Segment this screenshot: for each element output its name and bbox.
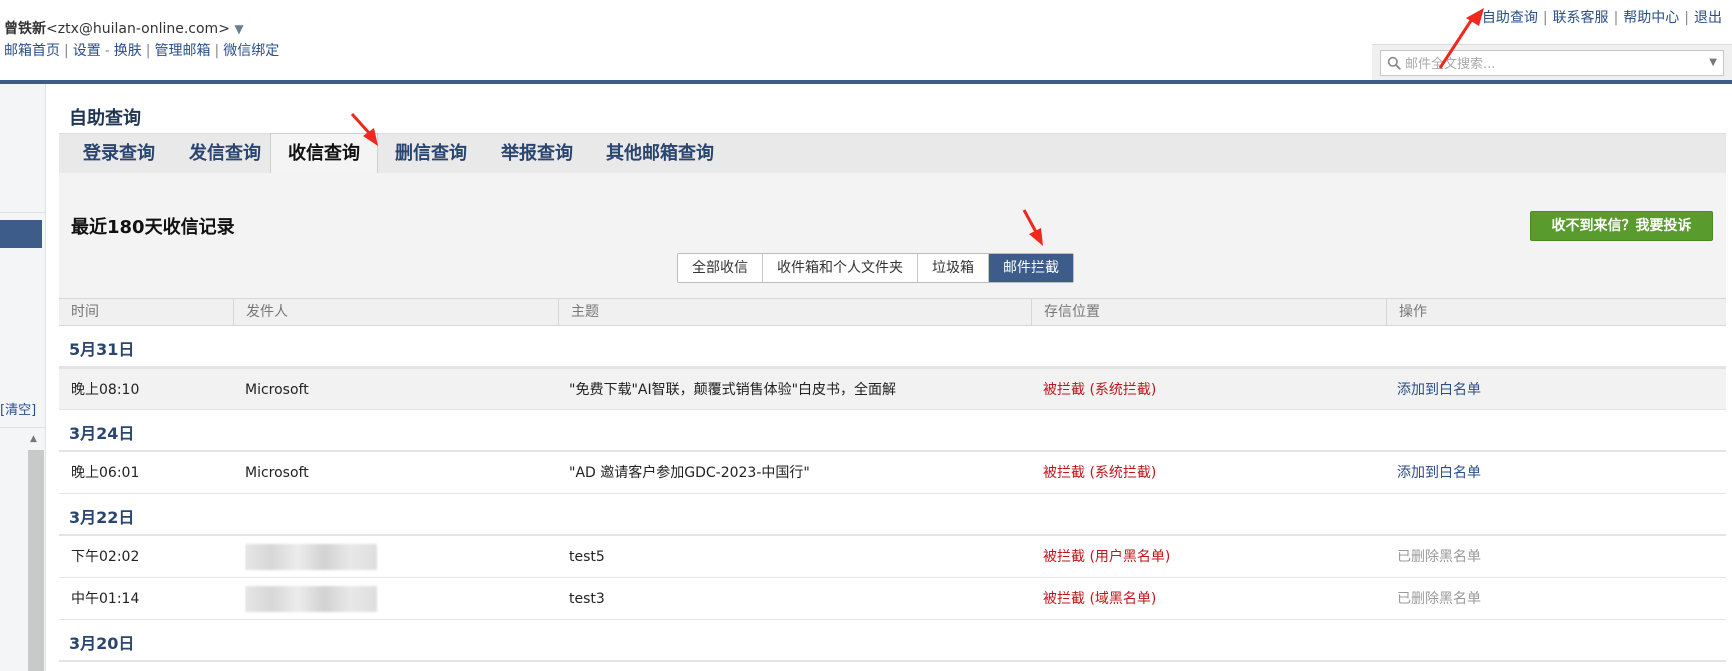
table-header: 时间 发件人 主题 存信位置 操作 [59, 298, 1726, 326]
row-time: 下午02:02 [71, 549, 140, 565]
date-group-label: 5月31日 [69, 340, 135, 359]
filter-all-received[interactable]: 全部收信 [678, 254, 763, 282]
row-sender: Microsoft [245, 465, 309, 481]
table-row[interactable]: 晚上06:01 Microsoft "AD 邀请客户参加GDC-2023-中国行… [59, 452, 1726, 494]
link-separator: | [1542, 10, 1548, 26]
utility-links: 自助查询 | 联系客服 | 帮助中心 | 退出 [1482, 7, 1722, 27]
search-input[interactable] [1405, 54, 1695, 74]
row-subject[interactable]: test3 [569, 578, 605, 620]
link-manage-mailbox[interactable]: 管理邮箱 [155, 43, 211, 59]
link-wechat-binding[interactable]: 微信绑定 [223, 43, 279, 59]
date-group-label: 3月24日 [69, 424, 135, 443]
main-content: 自助查询 登录查询 发信查询 收信查询 删信查询 举报查询 其他邮箱查询 最近1… [59, 84, 1726, 671]
sidebar-scrollbar[interactable] [28, 450, 44, 671]
filter-inbox-and-folders[interactable]: 收件箱和个人文件夹 [763, 254, 918, 282]
date-group-header: 3月20日 [59, 620, 1726, 662]
row-sender-redacted [245, 578, 385, 620]
row-sender-redacted [245, 536, 385, 578]
search-options-icon[interactable]: ▼ [1709, 57, 1717, 68]
row-location: 被拦截 (系统拦截) [1043, 465, 1157, 481]
tab-other-mailbox-query[interactable]: 其他邮箱查询 [595, 134, 725, 174]
complain-button[interactable]: 收不到来信？我要投诉 [1530, 211, 1713, 241]
filter-intercepted[interactable]: 邮件拦截 [989, 254, 1073, 282]
table-row[interactable]: 中午01:14 test3 被拦截 (域黑名单) 已删除黑名单 [59, 578, 1726, 620]
user-name: 曾铁新 [4, 21, 46, 37]
date-group-header: 5月31日 [59, 326, 1726, 368]
link-separator: | [214, 43, 220, 59]
column-header-time: 时间 [71, 304, 99, 320]
date-group-label: 3月22日 [69, 508, 135, 527]
left-sidebar: [清空] ▲ [0, 84, 46, 671]
column-header-action: 操作 [1386, 299, 1726, 326]
user-email: <ztx@huilan-online.com> [46, 21, 230, 37]
blacklist-removed-label: 已删除黑名单 [1397, 549, 1481, 565]
filter-spam[interactable]: 垃圾箱 [918, 254, 989, 282]
date-group-label: 3月20日 [69, 634, 135, 653]
link-separator: | [145, 43, 151, 59]
row-subject[interactable]: "免费下载"AI智联，颠覆式销售体验"白皮书，全面解 [569, 369, 1019, 411]
link-logout[interactable]: 退出 [1694, 10, 1722, 26]
search-box[interactable]: ▼ [1380, 50, 1724, 76]
date-group-header: 3月22日 [59, 494, 1726, 536]
link-self-service-query[interactable]: 自助查询 [1482, 10, 1538, 26]
link-separator: - [104, 43, 110, 59]
scroll-up-arrow-icon[interactable]: ▲ [30, 434, 37, 444]
search-icon [1387, 56, 1401, 70]
table-row[interactable]: 晚上08:10 Microsoft "免费下载"AI智联，颠覆式销售体验"白皮书… [59, 368, 1726, 410]
row-subject[interactable]: test5 [569, 536, 605, 578]
tab-deleted-query[interactable]: 删信查询 [381, 134, 481, 174]
page-title: 自助查询 [69, 108, 141, 129]
link-mailbox-home[interactable]: 邮箱首页 [4, 43, 60, 59]
link-separator: | [1613, 10, 1619, 26]
link-help-center[interactable]: 帮助中心 [1623, 10, 1679, 26]
tab-received-query[interactable]: 收信查询 [270, 133, 378, 175]
redacted-sender-blur [245, 586, 377, 612]
row-time: 晚上08:10 [71, 382, 140, 398]
tab-report-query[interactable]: 举报查询 [487, 134, 587, 174]
account-dropdown-icon[interactable]: ▼ [234, 22, 243, 36]
search-area: ▼ [1372, 44, 1732, 80]
column-header-location: 存信位置 [1031, 299, 1386, 326]
top-header: 曾铁新<ztx@huilan-online.com> ▼ 邮箱首页 | 设置 - 换肤 |… [0, 0, 1732, 82]
query-tabs: 登录查询 发信查询 收信查询 删信查询 举报查询 其他邮箱查询 [59, 133, 1726, 175]
row-location: 被拦截 (用户黑名单) [1043, 549, 1171, 565]
row-location: 被拦截 (域黑名单) [1043, 591, 1157, 607]
received-records-panel: 最近180天收信记录 收不到来信？我要投诉 全部收信 收件箱和个人文件夹 垃圾箱… [59, 173, 1726, 671]
link-settings[interactable]: 设置 [73, 43, 101, 59]
location-filter: 全部收信 收件箱和个人文件夹 垃圾箱 邮件拦截 [677, 253, 1074, 283]
sidebar-divider [0, 212, 46, 213]
add-to-whitelist-link[interactable]: 添加到白名单 [1397, 369, 1481, 411]
row-sender: Microsoft [245, 382, 309, 398]
link-contact-support[interactable]: 联系客服 [1553, 10, 1609, 26]
row-time: 中午01:14 [71, 591, 140, 607]
section-title: 最近180天收信记录 [71, 217, 235, 238]
blacklist-removed-label: 已删除黑名单 [1397, 591, 1481, 607]
redacted-sender-blur [245, 544, 377, 570]
link-separator: | [1684, 10, 1689, 26]
column-header-subject: 主题 [558, 299, 1031, 326]
user-identity[interactable]: 曾铁新<ztx@huilan-online.com> ▼ [4, 18, 244, 38]
date-group-header: 3月24日 [59, 410, 1726, 452]
sidebar-selected-item[interactable] [0, 220, 42, 248]
mailbox-links: 邮箱首页 | 设置 - 换肤 | 管理邮箱 | 微信绑定 [4, 40, 279, 60]
link-separator: | [64, 43, 69, 59]
sidebar-clear-link[interactable]: [清空] [0, 399, 36, 418]
row-time: 晚上06:01 [71, 465, 140, 481]
tab-login-query[interactable]: 登录查询 [69, 134, 169, 174]
records-table: 时间 发件人 主题 存信位置 操作 5月31日 晚上08:10 Microsof… [59, 298, 1726, 671]
table-row[interactable]: 下午02:02 test5 被拦截 (用户黑名单) 已删除黑名单 [59, 536, 1726, 578]
row-location: 被拦截 (系统拦截) [1043, 382, 1157, 398]
column-header-sender: 发件人 [233, 299, 558, 326]
add-to-whitelist-link[interactable]: 添加到白名单 [1397, 452, 1481, 494]
tab-sent-query[interactable]: 发信查询 [175, 134, 275, 174]
sidebar-divider [0, 427, 46, 428]
row-subject[interactable]: "AD 邀请客户参加GDC-2023-中国行" [569, 452, 1019, 494]
link-skin[interactable]: 换肤 [114, 43, 142, 59]
